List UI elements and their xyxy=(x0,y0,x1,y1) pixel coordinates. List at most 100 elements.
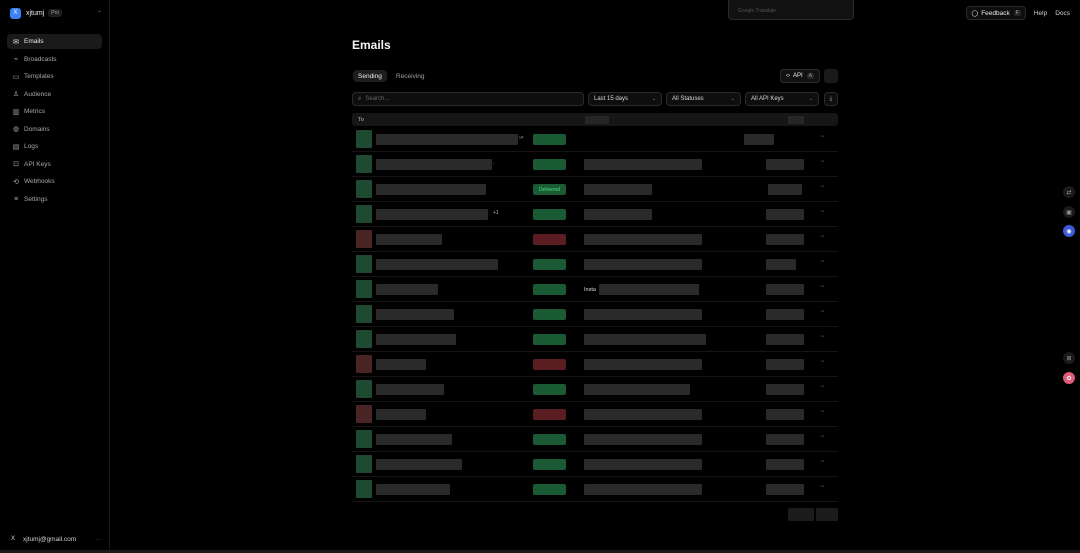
workspace-name: xjtumj xyxy=(26,9,45,17)
extension-widget-icon[interactable]: ✿ xyxy=(1063,372,1075,384)
sidebar-item-api-keys[interactable]: ⊡ API Keys xyxy=(7,157,102,172)
feedback-shortcut: F xyxy=(1013,10,1021,16)
user-menu[interactable]: X xjtumj@gmail.com ··· xyxy=(8,534,102,544)
workspace-switcher[interactable]: X xjtumj Pro ⌃ xyxy=(8,6,102,20)
tab-sending[interactable]: Sending xyxy=(353,70,387,82)
table-row[interactable]: ··· xyxy=(352,402,838,427)
api-key-select[interactable]: All API Keys ⌄ xyxy=(745,92,819,106)
sidebar-item-label: Logs xyxy=(24,143,39,150)
search-input[interactable]: ⌕ Search... xyxy=(352,92,584,106)
subject-text: Insta xyxy=(584,286,596,293)
table-row[interactable]: ··· xyxy=(352,427,838,452)
recipient-avatar xyxy=(356,180,372,198)
subject-redacted xyxy=(584,159,702,170)
table-row[interactable]: Delivered ··· xyxy=(352,177,838,202)
row-more-icon[interactable]: ··· xyxy=(820,308,825,315)
row-more-icon[interactable]: ··· xyxy=(820,233,825,240)
help-link[interactable]: Help xyxy=(1034,10,1047,17)
table-row[interactable]: Insta ··· xyxy=(352,277,838,302)
sidebar-item-audience[interactable]: ♙ Audience xyxy=(7,87,102,102)
table-row[interactable]: +1 ··· xyxy=(352,202,838,227)
chat-icon: ◯ xyxy=(971,10,979,17)
recipient-avatar xyxy=(356,480,372,498)
row-more-icon[interactable]: ··· xyxy=(820,283,825,290)
table-row[interactable]: ··· xyxy=(352,477,838,502)
table-row[interactable]: ··· xyxy=(352,302,838,327)
recipient-avatar xyxy=(356,330,372,348)
date-range-select[interactable]: Last 15 days ⌄ xyxy=(588,92,662,106)
recipient-avatar xyxy=(356,430,372,448)
tabs-row: Sending Receiving ‹› API A xyxy=(352,68,838,84)
globe-icon: ◍ xyxy=(12,126,20,133)
workspace-avatar: X xyxy=(10,7,21,19)
table-row[interactable]: ··· xyxy=(352,452,838,477)
sidebar-item-label: Domains xyxy=(24,125,50,133)
sidebar-item-emails[interactable]: ✉ Emails xyxy=(7,34,102,49)
download-button[interactable]: ⤓ xyxy=(824,92,838,106)
table-row[interactable]: ··· xyxy=(352,252,838,277)
sidebar-item-settings[interactable]: ≡ Settings xyxy=(7,192,102,207)
feedback-button[interactable]: ◯ Feedback F xyxy=(966,6,1026,20)
docs-link[interactable]: Docs xyxy=(1055,10,1070,17)
status-badge xyxy=(533,459,566,470)
settings-icon: ≡ xyxy=(13,195,19,203)
subject-redacted xyxy=(584,259,702,270)
row-more-icon[interactable]: ··· xyxy=(820,208,825,215)
table-row[interactable]: ›> ··· xyxy=(352,127,838,152)
tab-receiving[interactable]: Receiving xyxy=(391,70,430,82)
status-select[interactable]: All Statuses ⌄ xyxy=(666,92,741,106)
recipient-redacted xyxy=(376,359,426,370)
table-row[interactable]: ··· xyxy=(352,377,838,402)
table-row[interactable]: ··· xyxy=(352,352,838,377)
row-more-icon[interactable]: ··· xyxy=(820,258,825,265)
row-more-icon[interactable]: ··· xyxy=(820,333,825,340)
api-button[interactable]: ‹› API A xyxy=(779,69,820,83)
row-more-icon[interactable]: ··· xyxy=(820,358,825,365)
api-key-value: All API Keys xyxy=(751,96,784,102)
row-more-icon[interactable]: ··· xyxy=(820,458,825,465)
next-page-button[interactable] xyxy=(816,508,838,521)
more-button[interactable] xyxy=(824,69,838,83)
row-more-icon[interactable]: ··· xyxy=(820,483,825,490)
sidebar-item-logs[interactable]: ▤ Logs xyxy=(7,139,102,154)
sidebar-item-broadcasts[interactable]: ⌁ Broadcasts xyxy=(7,52,102,67)
search-placeholder: Search... xyxy=(365,96,390,102)
recipient-avatar xyxy=(356,305,372,323)
table-row[interactable]: ··· xyxy=(352,327,838,352)
assistant-widget-icon[interactable]: ◉ xyxy=(1063,225,1075,237)
status-badge xyxy=(533,384,566,395)
table-row[interactable]: . ··· xyxy=(352,152,838,177)
grid-widget-icon[interactable]: ⊞ xyxy=(1063,352,1075,364)
subject-redacted xyxy=(584,309,702,320)
row-more-icon[interactable]: ··· xyxy=(820,408,825,415)
sidebar-item-templates[interactable]: ▭ Templates xyxy=(7,69,102,84)
more-icon[interactable]: ··· xyxy=(96,536,103,543)
sent-time-redacted xyxy=(766,384,804,395)
table-row[interactable]: ··· xyxy=(352,227,838,252)
sent-time-redacted xyxy=(766,459,804,470)
recipient-avatar xyxy=(356,280,372,298)
extra-recipients-count: +1 xyxy=(493,210,499,216)
row-more-icon[interactable]: ··· xyxy=(820,433,825,440)
row-more-icon[interactable]: ··· xyxy=(820,183,825,190)
sidebar-item-metrics[interactable]: ▥ Metrics xyxy=(7,104,102,119)
status-badge xyxy=(533,209,566,220)
recipient-redacted xyxy=(376,184,486,195)
subject-redacted xyxy=(584,434,702,445)
row-more-icon[interactable]: ··· xyxy=(820,383,825,390)
sidebar-item-domains[interactable]: ◍ Domains xyxy=(7,122,102,137)
subject-redacted: Insta xyxy=(584,284,702,295)
api-shortcut: A xyxy=(806,73,814,79)
screenshot-widget-icon[interactable]: ▣ xyxy=(1063,206,1075,218)
sidebar-item-label: Templates xyxy=(24,73,54,80)
subject-redacted xyxy=(584,484,702,495)
row-more-icon[interactable]: ··· xyxy=(820,158,825,165)
sidebar-item-webhooks[interactable]: ⟲ Webhooks xyxy=(7,174,102,189)
translate-widget-icon[interactable]: ⇄ xyxy=(1063,186,1075,198)
subject-redacted xyxy=(584,384,690,395)
sent-time-redacted xyxy=(766,309,804,320)
sent-time-redacted xyxy=(766,284,804,295)
row-more-icon[interactable]: ··· xyxy=(820,133,825,140)
prev-page-button[interactable] xyxy=(788,508,814,521)
recipient-suffix: . xyxy=(493,160,495,166)
